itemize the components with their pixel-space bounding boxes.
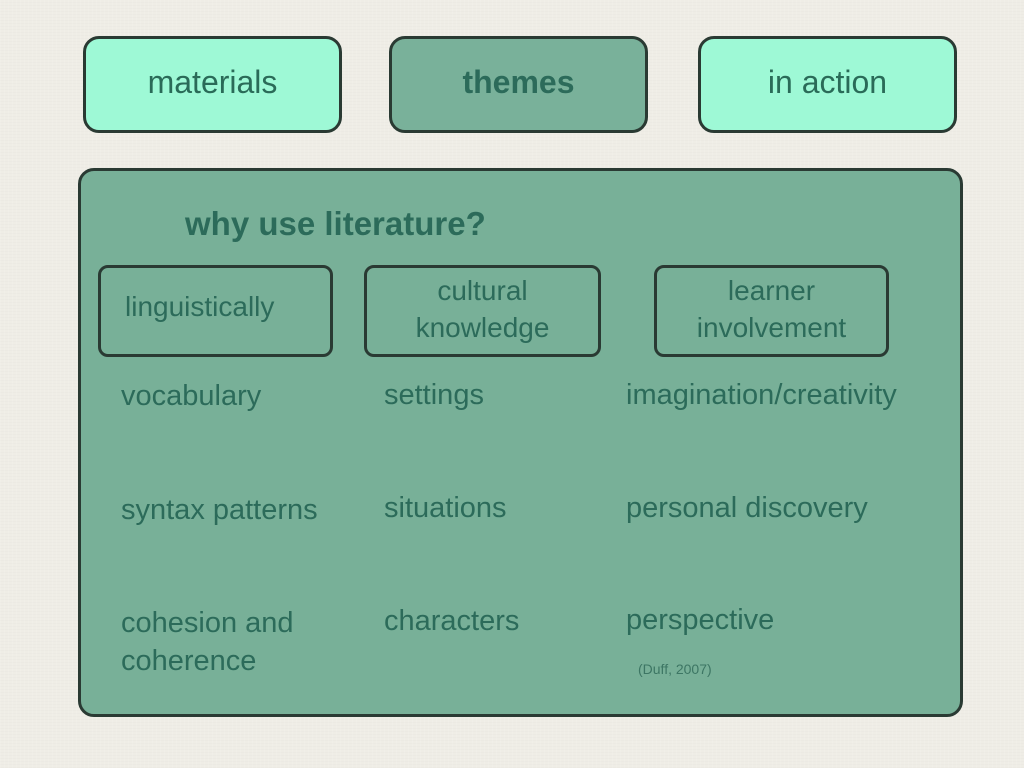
tab-themes-label: themes [462, 64, 575, 100]
list-item: imagination/creativity [626, 379, 897, 411]
list-item: syntax patterns [121, 494, 318, 526]
list-item: perspective [626, 604, 775, 636]
category-linguistically: linguistically [98, 265, 333, 357]
citation: (Duff, 2007) [638, 661, 712, 677]
list-item: cohesion and coherence [121, 607, 294, 677]
tab-materials[interactable]: materials [83, 36, 342, 133]
category-cultural-knowledge: cultural knowledge [364, 265, 601, 357]
category-label: cultural knowledge [415, 275, 550, 343]
list-item: situations [384, 492, 507, 524]
category-label: linguistically [125, 291, 275, 322]
content-panel: why use literature? linguistically cultu… [78, 168, 963, 717]
list-item: characters [384, 605, 520, 637]
tab-materials-label: materials [147, 64, 278, 100]
list-item: settings [384, 379, 484, 411]
panel-title: why use literature? [185, 205, 486, 242]
tab-in-action-label: in action [767, 64, 888, 100]
list-item: personal discovery [626, 492, 868, 524]
category-learner-involvement: learner involvement [654, 265, 889, 357]
tab-in-action[interactable]: in action [698, 36, 957, 133]
list-item: vocabulary [121, 380, 262, 412]
tab-themes[interactable]: themes [389, 36, 648, 133]
category-label: learner involvement [696, 275, 847, 343]
